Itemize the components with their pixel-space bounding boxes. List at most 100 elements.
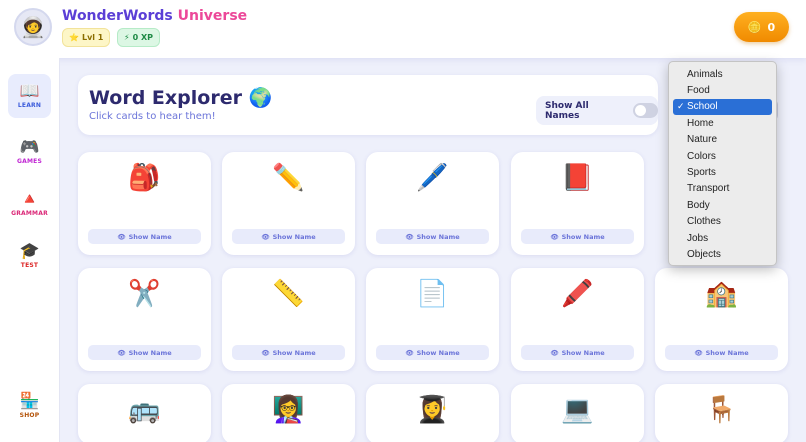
sidebar-item-grammar[interactable]: 🔺 GRAMMAR <box>8 182 51 226</box>
top-header: 🧑‍🚀 WonderWords Universe ⭐ Lvl 1 ⚡ 0 XP … <box>0 0 806 58</box>
lightning-icon: ⚡ <box>124 33 130 42</box>
eye-icon: 👁 <box>550 232 559 241</box>
show-name-button[interactable]: 👁 Show Name <box>521 229 634 244</box>
eye-icon: 👁 <box>550 348 559 357</box>
dropdown-option-label: Body <box>687 199 710 211</box>
dropdown-option-home[interactable]: Home <box>669 115 776 131</box>
red-book-icon: 📕 <box>561 163 594 193</box>
coins-button[interactable]: 🪙 0 <box>734 12 789 42</box>
show-name-button[interactable]: 👁 Show Name <box>665 345 778 360</box>
teacher-icon: 👩‍🏫 <box>272 395 305 425</box>
brand-word-1: WonderWords <box>62 8 173 24</box>
word-card[interactable]: 👩‍🎓 <box>366 384 499 442</box>
dropdown-option-body[interactable]: Body <box>669 197 776 213</box>
dropdown-option-animals[interactable]: Animals <box>669 66 776 82</box>
sidebar: 📖 LEARN 🎮 GAMES 🔺 GRAMMAR 🎓 TEST 🏪 SHOP <box>0 58 60 442</box>
word-card[interactable]: 🏫 👁 Show Name <box>655 268 788 371</box>
show-name-label: Show Name <box>128 348 172 357</box>
dropdown-option-label: Home <box>687 117 714 129</box>
backpack-icon: 🎒 <box>128 163 161 193</box>
word-card[interactable]: 🖍️ 👁 Show Name <box>511 268 644 371</box>
show-name-button[interactable]: 👁 Show Name <box>376 229 489 244</box>
scissors-icon: ✂️ <box>128 279 161 309</box>
xp-badge: ⚡ 0 XP <box>117 28 161 47</box>
sidebar-item-games[interactable]: 🎮 GAMES <box>8 130 51 174</box>
dropdown-option-sports[interactable]: Sports <box>669 164 776 180</box>
dropdown-option-transport[interactable]: Transport <box>669 181 776 197</box>
show-name-label: Show Name <box>561 348 605 357</box>
app-title: WonderWords Universe <box>62 8 247 24</box>
laptop-icon: 💻 <box>561 395 594 425</box>
eye-icon: 👁 <box>694 348 703 357</box>
word-card[interactable]: 📕 👁 Show Name <box>511 152 644 255</box>
dropdown-option-nature[interactable]: Nature <box>669 132 776 148</box>
eye-icon: 👁 <box>261 348 270 357</box>
dropdown-option-label: Sports <box>687 167 716 179</box>
avatar[interactable]: 🧑‍🚀 <box>14 8 52 46</box>
page-subtitle: Click cards to hear them! <box>89 111 216 122</box>
shapes-icon: 🔺 <box>19 189 40 208</box>
sidebar-item-label: GAMES <box>17 158 42 165</box>
show-name-label: Show Name <box>272 348 316 357</box>
show-name-label: Show Name <box>128 232 172 241</box>
gamepad-icon: 🎮 <box>19 137 40 156</box>
dropdown-option-label: Clothes <box>687 216 721 228</box>
word-explorer-header: Word Explorer 🌍 Click cards to hear them… <box>78 75 658 135</box>
word-card[interactable]: 🖊️ 👁 Show Name <box>366 152 499 255</box>
dropdown-option-food[interactable]: Food <box>669 82 776 98</box>
word-card[interactable]: 🎒 👁 Show Name <box>78 152 211 255</box>
sidebar-item-learn[interactable]: 📖 LEARN <box>8 74 51 118</box>
pen-icon: 🖊️ <box>416 163 449 193</box>
dropdown-option-school[interactable]: ✓ School <box>673 98 772 116</box>
dropdown-option-label: Nature <box>687 134 718 146</box>
crayon-icon: 🖍️ <box>561 279 594 309</box>
sidebar-item-shop[interactable]: 🏪 SHOP <box>8 384 51 428</box>
word-card[interactable]: ✂️ 👁 Show Name <box>78 268 211 371</box>
paper-icon: 📄 <box>416 279 449 309</box>
dropdown-option-colors[interactable]: Colors <box>669 148 776 164</box>
word-card[interactable]: 💻 <box>511 384 644 442</box>
eye-icon: 👁 <box>117 348 126 357</box>
dropdown-option-label: Jobs <box>687 232 709 244</box>
show-all-names-control[interactable]: Show All Names <box>536 96 658 125</box>
star-icon: ⭐ <box>69 33 79 42</box>
sidebar-item-label: SHOP <box>19 412 40 419</box>
word-card[interactable]: ✏️ 👁 Show Name <box>222 152 355 255</box>
dropdown-option-label: School <box>687 101 718 113</box>
sidebar-item-label: LEARN <box>17 102 42 109</box>
eye-icon: 👁 <box>405 348 414 357</box>
show-name-button[interactable]: 👁 Show Name <box>88 229 201 244</box>
word-card[interactable]: 🚌 <box>78 384 211 442</box>
dropdown-option-jobs[interactable]: Jobs <box>669 230 776 246</box>
sidebar-item-label: GRAMMAR <box>11 210 48 217</box>
book-icon: 📖 <box>19 81 40 100</box>
show-name-button[interactable]: 👁 Show Name <box>376 345 489 360</box>
show-name-label: Show Name <box>416 348 460 357</box>
dropdown-option-label: Food <box>687 85 710 97</box>
word-card[interactable]: 👩‍🏫 <box>222 384 355 442</box>
dropdown-option-clothes[interactable]: Clothes <box>669 214 776 230</box>
level-text: Lvl 1 <box>81 33 104 42</box>
show-name-button[interactable]: 👁 Show Name <box>232 229 345 244</box>
page-title: Word Explorer 🌍 <box>89 87 273 109</box>
word-card[interactable]: 🪑 <box>655 384 788 442</box>
eye-icon: 👁 <box>117 232 126 241</box>
word-card[interactable]: 📄 👁 Show Name <box>366 268 499 371</box>
show-all-toggle[interactable] <box>632 103 658 118</box>
xp-text: 0 XP <box>132 33 154 42</box>
store-icon: 🏪 <box>19 391 40 410</box>
word-card[interactable]: 📏 👁 Show Name <box>222 268 355 371</box>
show-name-button[interactable]: 👁 Show Name <box>88 345 201 360</box>
school-bus-icon: 🚌 <box>128 395 161 425</box>
dropdown-option-label: Objects <box>687 248 721 260</box>
show-name-button[interactable]: 👁 Show Name <box>232 345 345 360</box>
dropdown-option-objects[interactable]: Objects <box>669 246 776 262</box>
show-all-label: Show All Names <box>545 100 589 121</box>
pencil-icon: ✏️ <box>272 163 305 193</box>
sidebar-item-test[interactable]: 🎓 TEST <box>8 234 51 278</box>
coins-count: 0 <box>767 20 776 34</box>
show-name-button[interactable]: 👁 Show Name <box>521 345 634 360</box>
brand-word-2: Universe <box>177 8 248 24</box>
graduate-icon: 👩‍🎓 <box>416 395 449 425</box>
coin-stack-icon: 🪙 <box>747 20 762 34</box>
